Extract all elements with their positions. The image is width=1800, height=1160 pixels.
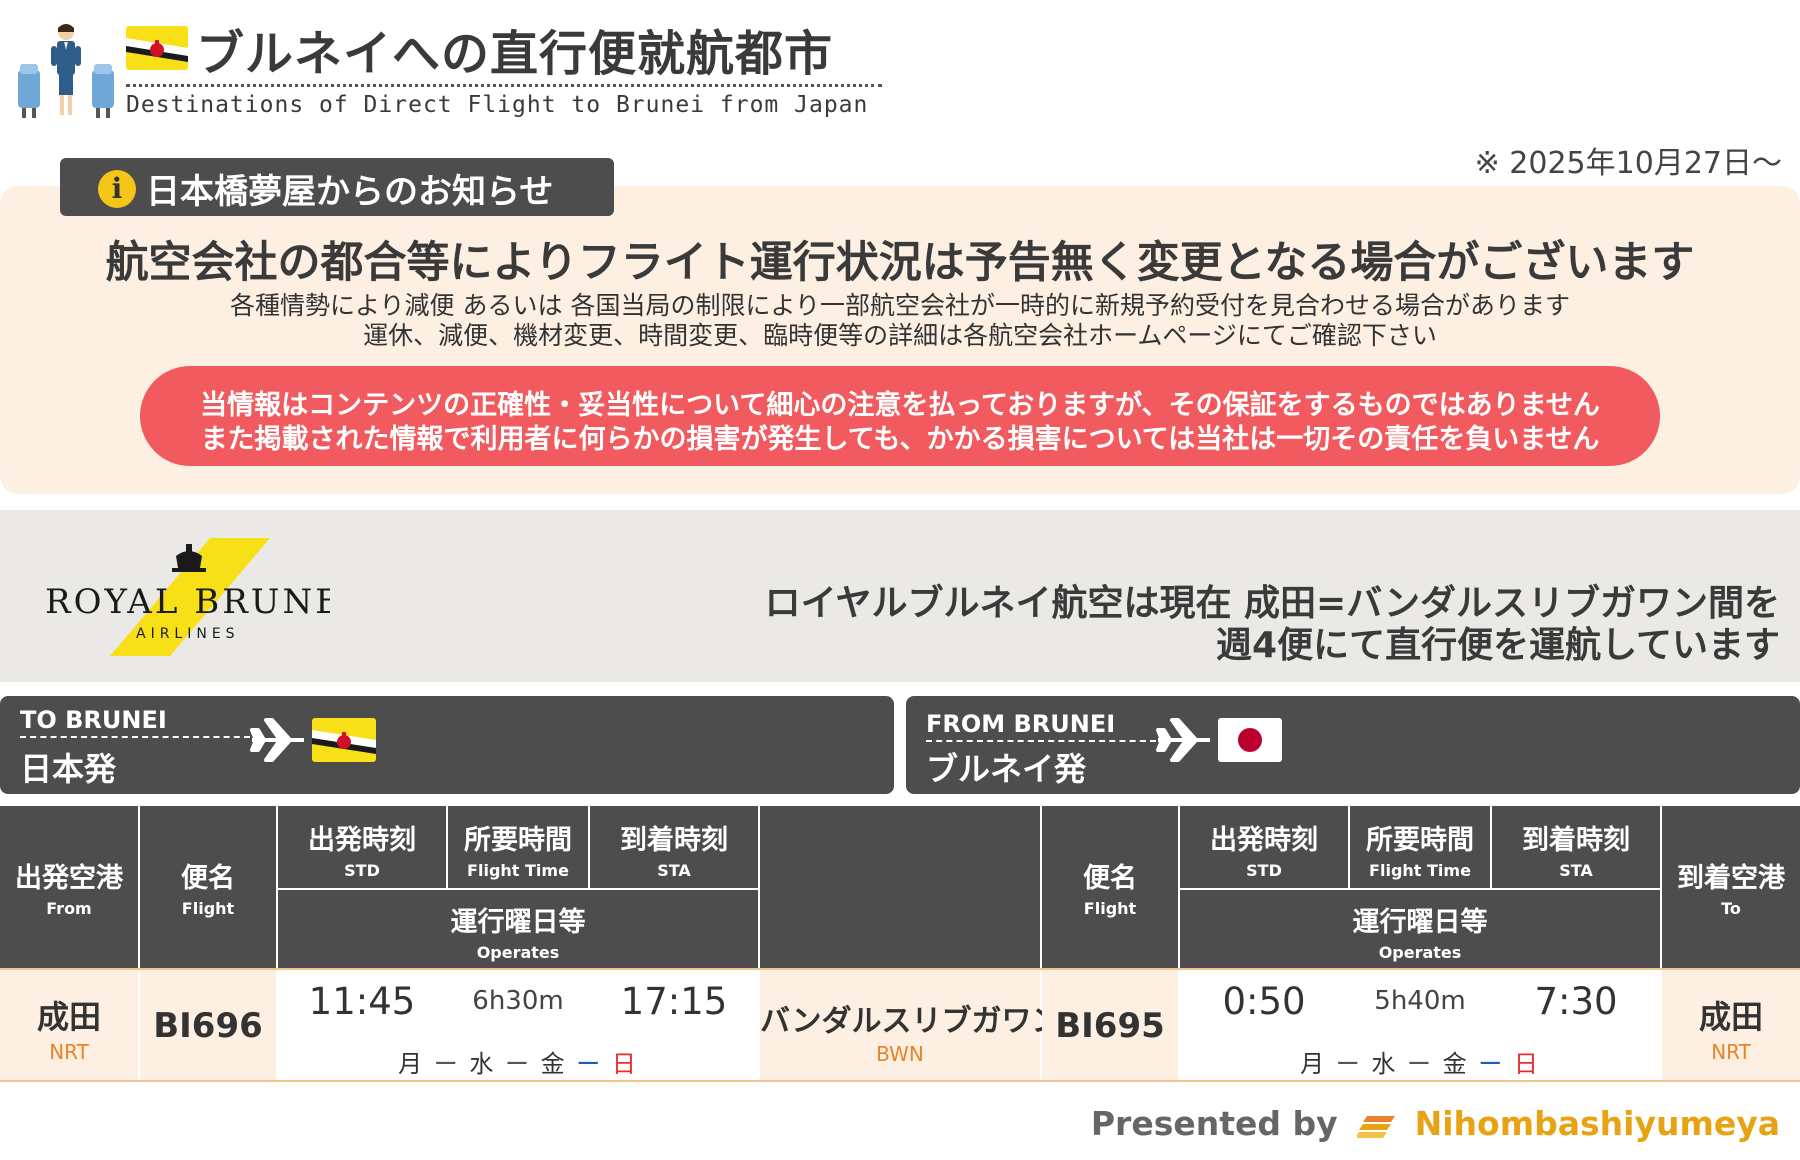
destination-airport-code: BWN bbox=[876, 1042, 924, 1066]
header-flight-time: 所要時間 Flight Time bbox=[1350, 806, 1490, 888]
inbound-flight-cell: BI695 bbox=[1042, 970, 1178, 1082]
direction-header-to-brunei: TO BRUNEI 日本発 bbox=[0, 696, 894, 794]
outbound-std-cell: 11:45 bbox=[278, 970, 446, 1032]
header-flight: 便名 Flight bbox=[1042, 806, 1178, 968]
direction-label-en: FROM BRUNEI bbox=[926, 710, 1116, 738]
effective-date: ※ 2025年10月27日〜 bbox=[1474, 146, 1782, 181]
direction-label-ja: 日本発 bbox=[20, 750, 117, 788]
brunei-flag-icon bbox=[126, 26, 188, 70]
arrival-airport-code: NRT bbox=[1711, 1040, 1751, 1064]
operating-days: 月 ー 水 ー 金 ー 日 bbox=[1300, 1050, 1540, 1078]
destination-airport-name: バンダルスリブガワン bbox=[760, 1004, 1062, 1039]
arrival-time: 17:15 bbox=[620, 980, 728, 1023]
table-divider bbox=[0, 968, 1800, 970]
page-title: ブルネイへの直行便就航都市 bbox=[196, 26, 834, 82]
header-middle-blank bbox=[760, 806, 1040, 968]
header-operates: 運行曜日等 Operates bbox=[1180, 890, 1660, 968]
header-to-airport: 到着空港 To bbox=[1662, 806, 1800, 968]
outbound-sta-cell: 17:15 bbox=[590, 970, 758, 1032]
route-dashed-line bbox=[926, 740, 1156, 742]
inbound-duration-cell: 5h40m bbox=[1350, 970, 1490, 1032]
header-sta: 到着時刻 STA bbox=[590, 806, 758, 888]
operating-days: 月 ー 水 ー 金 ー 日 bbox=[398, 1050, 638, 1078]
notice-text-line: 運休、減便、機材変更、時間変更、臨時便等の詳細は各航空会社ホームページにてご確認… bbox=[363, 321, 1437, 350]
arrival-time: 7:30 bbox=[1534, 980, 1618, 1023]
arrival-airport-cell: 成田 NRT bbox=[1662, 970, 1800, 1082]
brunei-flag-icon bbox=[312, 718, 376, 762]
outbound-flight-cell: BI696 bbox=[140, 970, 276, 1082]
arrival-airport-name: 成田 bbox=[1698, 998, 1763, 1036]
flight-duration: 5h40m bbox=[1374, 986, 1466, 1016]
disclaimer-text-line: また掲載された情報で利用者に何らかの損害が発生しても、かかる損害については当社は… bbox=[200, 424, 1600, 455]
page-subtitle: Destinations of Direct Flight to Brunei … bbox=[126, 92, 869, 118]
footer-credit: Presented by Nihombashiyumeya bbox=[1091, 1104, 1780, 1143]
route-dashed-line bbox=[20, 736, 250, 738]
schedule-table: 出発空港 From 便名 Flight 出発時刻 STD 所要時間 Flight… bbox=[0, 806, 1800, 1082]
inbound-std-cell: 0:50 bbox=[1180, 970, 1348, 1032]
flight-duration: 6h30m bbox=[472, 986, 564, 1016]
header-std: 出発時刻 STD bbox=[1180, 806, 1348, 888]
origin-airport-code: NRT bbox=[49, 1040, 89, 1064]
airplane-icon bbox=[1156, 718, 1210, 762]
presented-by-label: Presented by bbox=[1090, 1104, 1338, 1143]
outbound-operates-cell: 月 ー 水 ー 金 ー 日 bbox=[278, 1034, 758, 1082]
departure-time: 0:50 bbox=[1222, 980, 1306, 1023]
svg-text:AIRLINES: AIRLINES bbox=[136, 626, 240, 642]
brand-name: Nihombashiyumeya bbox=[1414, 1104, 1780, 1143]
royal-brunei-logo: ROYAL BRUNEI AIRLINES bbox=[45, 538, 330, 656]
header-flight: 便名 Flight bbox=[140, 806, 276, 968]
notice-heading: 航空会社の都合等によりフライト運行状況は予告無く変更となる場合がございます bbox=[105, 238, 1695, 288]
origin-airport-cell: 成田 NRT bbox=[0, 970, 138, 1082]
header-from-airport: 出発空港 From bbox=[0, 806, 138, 968]
departure-time: 11:45 bbox=[308, 980, 416, 1023]
airline-description-line: 週4便にて直行便を運航しています bbox=[1216, 625, 1780, 666]
inbound-sta-cell: 7:30 bbox=[1492, 970, 1660, 1032]
direction-label-en: TO BRUNEI bbox=[20, 706, 167, 734]
header-operates: 運行曜日等 Operates bbox=[278, 890, 758, 968]
svg-text:ROYAL BRUNEI: ROYAL BRUNEI bbox=[45, 582, 330, 622]
destination-airport-cell: バンダルスリブガワン BWN bbox=[760, 970, 1062, 1082]
header-sta: 到着時刻 STA bbox=[1492, 806, 1660, 888]
flight-number: BI696 bbox=[153, 1006, 263, 1046]
notice-tab-label: 日本橋夢屋からのお知らせ bbox=[146, 172, 554, 212]
title-divider bbox=[126, 84, 882, 87]
info-icon: i bbox=[98, 170, 136, 208]
table-divider bbox=[0, 1080, 1800, 1082]
header-std: 出発時刻 STD bbox=[278, 806, 446, 888]
inbound-operates-cell: 月 ー 水 ー 金 ー 日 bbox=[1180, 1034, 1660, 1082]
direction-header-from-brunei: FROM BRUNEI ブルネイ発 bbox=[906, 696, 1800, 794]
flight-attendant-illustration bbox=[18, 24, 114, 118]
japan-flag-icon bbox=[1218, 718, 1282, 762]
brand-logo-icon bbox=[1357, 1115, 1396, 1138]
origin-airport-name: 成田 bbox=[36, 998, 101, 1036]
outbound-duration-cell: 6h30m bbox=[448, 970, 588, 1032]
flight-number: BI695 bbox=[1055, 1006, 1165, 1046]
direction-label-ja: ブルネイ発 bbox=[926, 750, 1087, 788]
header-flight-time: 所要時間 Flight Time bbox=[448, 806, 588, 888]
airplane-icon bbox=[250, 718, 304, 762]
